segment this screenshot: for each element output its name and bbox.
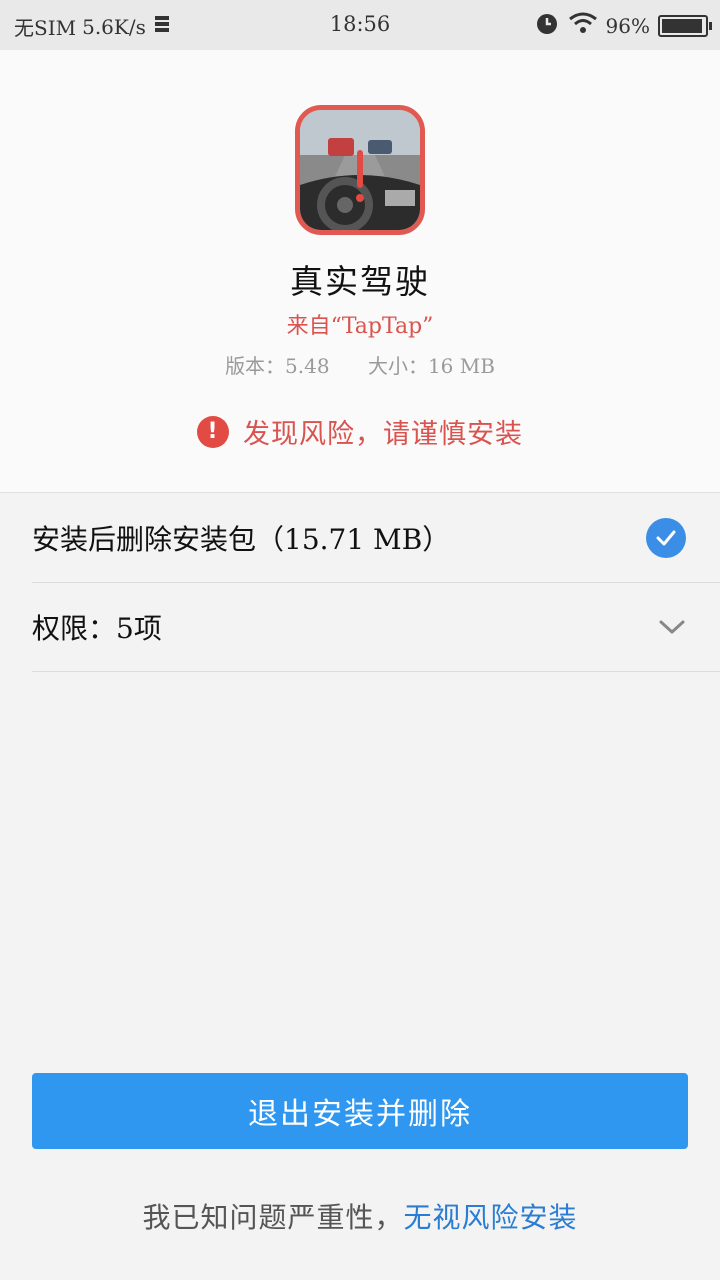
battery-fill bbox=[662, 18, 702, 33]
risk-warning-text: 发现风险，请谨慎安装 bbox=[243, 419, 523, 450]
app-version: 版本：5.48 bbox=[225, 354, 330, 378]
status-bar: 无SIM 5.6K/s 18:56 96% bbox=[0, 0, 720, 50]
exclamation-icon: ! bbox=[197, 415, 229, 448]
checkmark-icon[interactable] bbox=[646, 518, 686, 558]
wifi-icon bbox=[568, 11, 598, 40]
alarm-icon bbox=[534, 10, 560, 41]
app-size: 大小：16 MB bbox=[367, 354, 495, 378]
footer: 我已知问题严重性，无视风险安装 bbox=[0, 1196, 720, 1236]
permissions-row[interactable]: 权限：5项 bbox=[32, 583, 720, 672]
permissions-label: 权限：5项 bbox=[32, 612, 162, 645]
ignore-risk-install-link[interactable]: 无视风险安装 bbox=[404, 1201, 578, 1234]
exit-and-delete-button[interactable]: 退出安装并删除 bbox=[32, 1073, 688, 1149]
delete-package-option[interactable]: 安装后删除安装包（15.71 MB） bbox=[32, 494, 720, 583]
chevron-down-icon[interactable] bbox=[658, 613, 686, 641]
risk-warning: ! 发现风险，请谨慎安装 bbox=[0, 412, 720, 451]
app-icon bbox=[295, 105, 425, 235]
app-name: 真实驾驶 bbox=[290, 262, 430, 301]
app-source: 来自“TapTap” bbox=[286, 314, 434, 339]
battery-percent: 96% bbox=[605, 13, 650, 38]
battery-icon bbox=[658, 14, 712, 37]
footer-text: 我已知问题严重性， bbox=[142, 1201, 404, 1234]
status-right: 96% bbox=[534, 10, 712, 41]
app-info-card: 真实驾驶 来自“TapTap” 版本：5.48 大小：16 MB ! 发现风险，… bbox=[0, 50, 720, 493]
app-meta: 版本：5.48 大小：16 MB bbox=[0, 350, 720, 379]
delete-package-label: 安装后删除安装包（15.71 MB） bbox=[32, 523, 451, 556]
